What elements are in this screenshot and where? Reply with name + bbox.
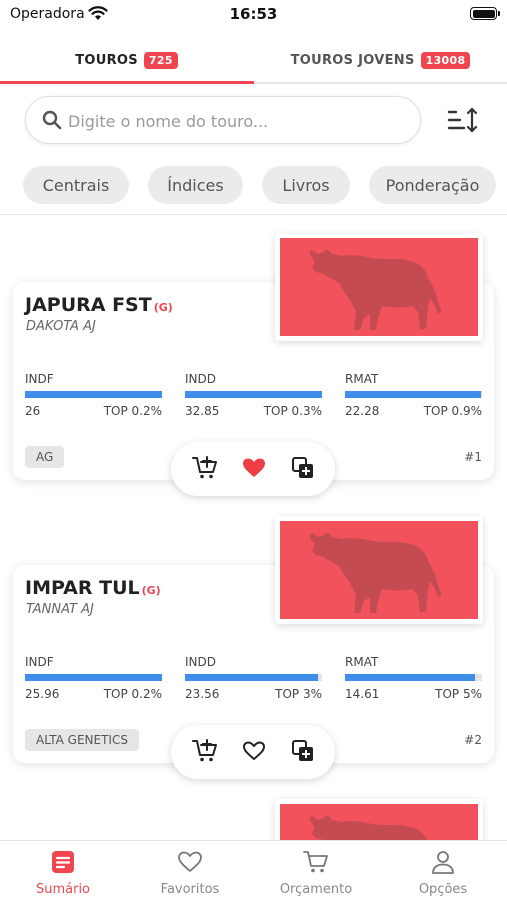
tab-touros-jovens-label: TOUROS JOVENS xyxy=(290,52,415,68)
stat-label: INDD xyxy=(185,372,216,386)
stat-top-percent: TOP 5% xyxy=(435,687,482,701)
stat-bar-fill xyxy=(345,674,476,681)
stat-indd: INDD 23.56 TOP 3% xyxy=(185,655,322,701)
center-tag: ALTA GENETICS xyxy=(25,729,139,751)
stat-bar xyxy=(25,391,162,398)
user-icon xyxy=(432,851,454,874)
rank-number: #1 xyxy=(464,450,482,464)
bull-silhouette-icon xyxy=(309,532,442,613)
status-time: 16:53 xyxy=(229,5,278,23)
stat-top-percent: TOP 0.3% xyxy=(263,404,322,418)
active-tab-indicator xyxy=(0,81,254,84)
sort-icon[interactable] xyxy=(444,103,480,139)
bottom-navigation: Sumário Favoritos Orçamento Opções xyxy=(0,840,507,900)
nav-label: Favoritos xyxy=(160,882,220,897)
stat-bar-fill xyxy=(185,391,322,398)
stat-label: INDD xyxy=(185,655,216,669)
stat-value: 22.28 xyxy=(345,404,380,418)
stat-value: 26 xyxy=(25,404,41,418)
stat-value: 25.96 xyxy=(25,687,60,701)
stat-top-percent: TOP 3% xyxy=(275,687,322,701)
stat-rmat: RMAT 22.28 TOP 0.9% xyxy=(345,372,482,418)
stat-bar-fill xyxy=(25,391,162,398)
nav-sumario[interactable]: Sumário xyxy=(0,841,126,900)
stat-value: 32.85 xyxy=(185,404,220,418)
favorite-heart-outline-icon[interactable] xyxy=(241,738,267,764)
filter-chip-livros[interactable]: Livros xyxy=(262,166,350,204)
stat-rmat: RMAT 14.61 TOP 5% xyxy=(345,655,482,701)
stat-bar xyxy=(185,674,322,681)
bull-name: IMPAR TUL xyxy=(25,577,140,599)
tab-touros[interactable]: TOUROS 725 xyxy=(0,38,253,82)
stat-label: RMAT xyxy=(345,655,379,669)
compare-add-icon[interactable] xyxy=(290,738,316,764)
add-to-cart-icon[interactable] xyxy=(192,455,218,481)
stat-indd: INDD 32.85 TOP 0.3% xyxy=(185,372,322,418)
app-screen: Operadora 16:53 TOUROS 725 TOUROS JOVENS… xyxy=(0,0,507,900)
bull-sire: TANNAT AJ xyxy=(26,602,94,617)
tab-touros-jovens-count-badge: 13008 xyxy=(420,51,471,69)
nav-favoritos[interactable]: Favoritos xyxy=(127,841,253,900)
search-bar xyxy=(25,96,421,144)
bull-name-row: IMPAR TUL (G) xyxy=(25,577,161,599)
bull-actions xyxy=(171,442,335,496)
tab-touros-jovens[interactable]: TOUROS JOVENS 13008 xyxy=(254,38,507,82)
stat-bar-fill xyxy=(25,674,162,681)
stat-bar-fill xyxy=(185,674,318,681)
bull-photo[interactable] xyxy=(275,233,483,341)
stat-top-percent: TOP 0.2% xyxy=(103,404,162,418)
bull-list[interactable]: JAPURA FST (G) DAKOTA AJ INDF 26 TOP 0.2% … xyxy=(0,215,507,840)
stat-label: RMAT xyxy=(345,372,379,386)
cart-icon xyxy=(303,851,328,873)
genomic-marker: (G) xyxy=(153,301,173,314)
search-input[interactable] xyxy=(68,107,408,135)
bull-sire: DAKOTA AJ xyxy=(26,319,96,334)
heart-icon xyxy=(178,851,202,872)
filter-chip-indices[interactable]: Índices xyxy=(148,166,243,204)
stat-value: 14.61 xyxy=(345,687,380,701)
nav-label: Sumário xyxy=(35,882,91,897)
nav-opcoes[interactable]: Opções xyxy=(380,841,506,900)
rank-number: #2 xyxy=(464,733,482,747)
genomic-marker: (G) xyxy=(141,584,161,597)
filter-chip-centrais[interactable]: Centrais xyxy=(23,166,129,204)
stat-bar-fill xyxy=(345,391,481,398)
search-icon xyxy=(42,110,62,130)
tab-touros-count-badge: 725 xyxy=(143,51,178,69)
stat-value: 23.56 xyxy=(185,687,220,701)
filter-chips: Centrais Índices Livros Ponderação xyxy=(0,166,507,206)
bull-photo[interactable] xyxy=(275,516,483,624)
stat-indf: INDF 26 TOP 0.2% xyxy=(25,372,162,418)
nav-label: Orçamento xyxy=(279,882,353,897)
compare-add-icon[interactable] xyxy=(290,455,316,481)
filter-chip-ponderacao[interactable]: Ponderação xyxy=(369,166,496,204)
stat-bar xyxy=(345,391,482,398)
nav-orcamento[interactable]: Orçamento xyxy=(253,841,379,900)
stat-bar xyxy=(25,674,162,681)
stat-bar xyxy=(185,391,322,398)
stat-indf: INDF 25.96 TOP 0.2% xyxy=(25,655,162,701)
stat-bar xyxy=(345,674,482,681)
bull-photo[interactable] xyxy=(275,799,483,840)
bull-type-tabs: TOUROS 725 TOUROS JOVENS 13008 xyxy=(0,38,507,84)
bull-silhouette-icon xyxy=(309,249,442,330)
center-tag: AG xyxy=(25,446,65,468)
tab-touros-label: TOUROS xyxy=(75,52,138,68)
add-to-cart-icon[interactable] xyxy=(192,738,218,764)
stat-label: INDF xyxy=(25,655,54,669)
stat-top-percent: TOP 0.9% xyxy=(423,404,482,418)
stat-top-percent: TOP 0.2% xyxy=(103,687,162,701)
bull-name: JAPURA FST xyxy=(25,294,152,316)
battery-icon xyxy=(470,7,500,20)
favorite-heart-icon[interactable] xyxy=(241,455,267,481)
status-bar: Operadora 16:53 xyxy=(0,0,507,30)
bull-silhouette-icon xyxy=(309,815,427,840)
stat-label: INDF xyxy=(25,372,54,386)
summary-icon xyxy=(52,851,74,873)
nav-label: Opções xyxy=(418,882,468,897)
bull-actions xyxy=(171,725,335,779)
bull-name-row: JAPURA FST (G) xyxy=(25,294,173,316)
